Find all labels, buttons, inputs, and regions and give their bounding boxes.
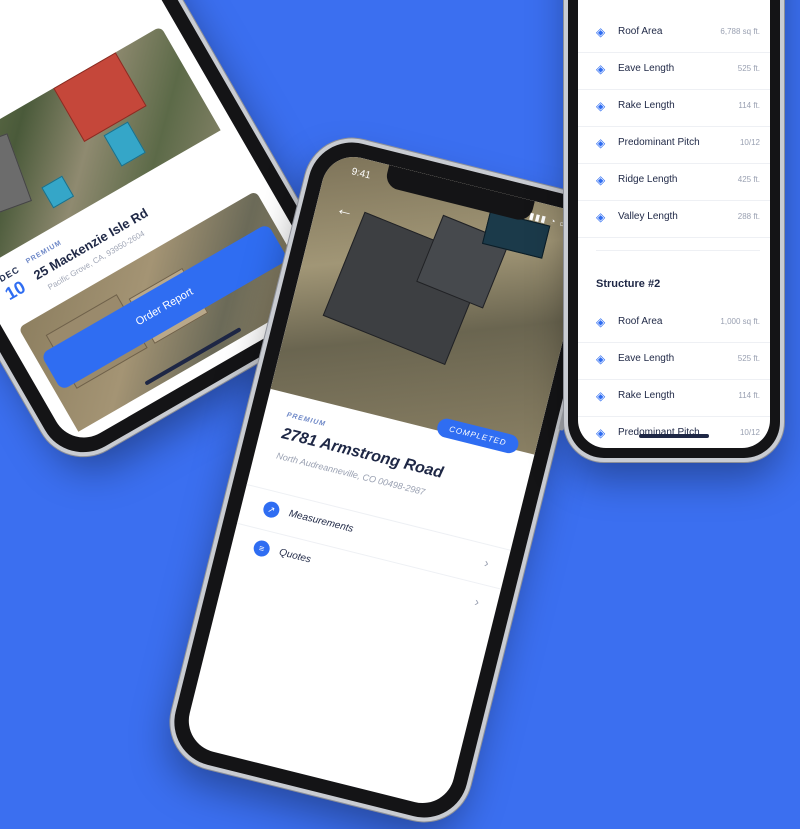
- ruler-icon: ↗: [261, 499, 282, 520]
- measurement-row: ◈ Predominant Pitch 10/12: [578, 126, 770, 164]
- chevron-right-icon: ›: [473, 593, 481, 610]
- measurement-value: 10/12: [739, 428, 760, 437]
- measurement-row: ◈ Ridge Length 425 ft.: [578, 163, 770, 201]
- measurement-value: 288 ft.: [737, 212, 760, 221]
- menu-item-label: Quotes: [277, 547, 312, 566]
- measurement-label: Valley Length: [618, 211, 678, 222]
- measurement-value: 1,000 sq ft.: [720, 317, 760, 326]
- measurement-label: Eave Length: [618, 63, 675, 74]
- measurement-label: Predominant Pitch: [618, 137, 700, 148]
- measurement-value: 525 ft.: [737, 354, 760, 363]
- measurement-row: ◈ Valley Length 288 ft.: [578, 200, 770, 238]
- pool-shape: [41, 175, 75, 209]
- roof-measure-icon: ◈: [596, 315, 606, 329]
- roof-measure-icon: ◈: [596, 173, 606, 187]
- pool-shape: [103, 121, 146, 167]
- menu-item-label: Measurements: [287, 508, 355, 535]
- document-icon: ≡: [251, 538, 272, 559]
- measurement-label: Roof Area: [618, 26, 663, 37]
- roof-measure-icon: ◈: [596, 210, 606, 224]
- measurement-value: 114 ft.: [738, 101, 760, 110]
- home-indicator: [639, 434, 709, 438]
- roof-measure-icon: ◈: [596, 99, 606, 113]
- report-type-label: PREMIUM: [285, 411, 327, 429]
- measurements-screen: ◈ Roof Area 6,788 sq ft. ◈ Eave Length 525 ft…: [578, 0, 770, 448]
- roof-measure-icon: ◈: [596, 136, 606, 150]
- measurement-label: Ridge Length: [618, 174, 678, 185]
- measurement-label: Eave Length: [618, 353, 675, 364]
- measurement-value: 425 ft.: [737, 175, 760, 184]
- phone-measurements: ◈ Roof Area 6,788 sq ft. ◈ Eave Length 525 ft…: [568, 0, 780, 458]
- roof-measure-icon: ◈: [596, 426, 606, 440]
- measurement-value: 525 ft.: [737, 64, 760, 73]
- roof-shape: [0, 133, 32, 223]
- measurement-row: ◈ Roof Area 1,000 sq ft.: [578, 305, 770, 343]
- measurement-value: 114 ft.: [738, 391, 760, 400]
- roof-measure-icon: ◈: [596, 25, 606, 39]
- measurement-value: 6,788 sq ft.: [720, 27, 760, 36]
- structure-title: Structure #2: [596, 278, 661, 290]
- measurement-row: ◈ Roof Area 6,788 sq ft.: [578, 15, 770, 53]
- measurement-label: Rake Length: [618, 390, 675, 401]
- measurement-label: Roof Area: [618, 316, 663, 327]
- chevron-right-icon: ›: [482, 555, 491, 571]
- roof-shape: [53, 52, 147, 142]
- roof-measure-icon: ◈: [596, 389, 606, 403]
- measurement-row: ◈ Eave Length 525 ft.: [578, 342, 770, 380]
- measurement-label: Rake Length: [618, 100, 675, 111]
- divider: [596, 250, 760, 251]
- roof-measure-icon: ◈: [596, 62, 606, 76]
- measurement-row: ◈ Predominant Pitch 10/12: [578, 416, 770, 448]
- measurement-row: ◈ Eave Length 525 ft.: [578, 52, 770, 90]
- measurement-value: 10/12: [739, 138, 760, 147]
- measurement-row: ◈ Rake Length 114 ft.: [578, 379, 770, 417]
- measurement-row: ◈ Rake Length 114 ft.: [578, 89, 770, 127]
- roof-measure-icon: ◈: [596, 352, 606, 366]
